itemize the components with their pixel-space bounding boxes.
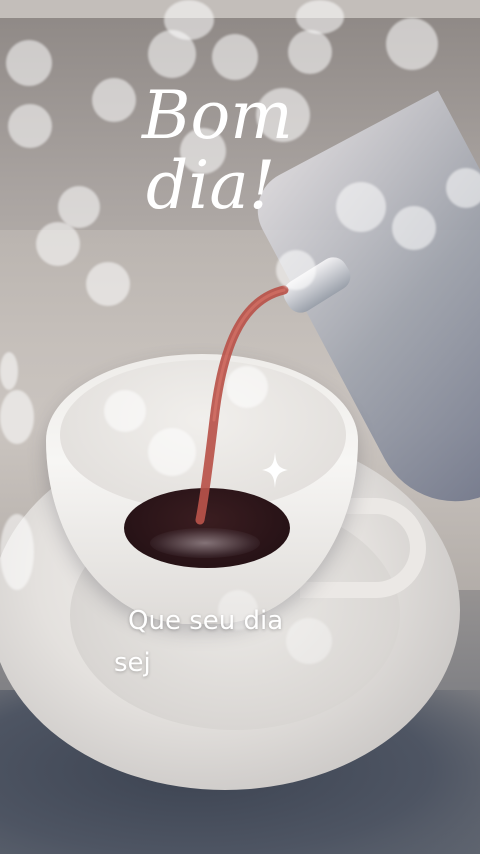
bokeh-light [288,30,332,74]
bokeh-light [296,0,344,34]
bokeh-light [8,104,52,148]
bokeh-light [86,262,130,306]
message-line-1: Que seu dia [128,606,284,636]
bokeh-light [0,514,34,590]
bokeh-light [148,428,196,476]
bokeh-light [36,222,80,266]
bokeh-light [446,168,480,208]
bokeh-light [6,40,52,86]
bokeh-light [58,186,100,228]
sparkle-icon [262,452,288,488]
message-line-2: sej [114,648,151,678]
bokeh-light [276,250,316,290]
greeting-line-2: dia! [146,147,275,224]
bokeh-light [92,78,136,122]
bokeh-light [392,206,436,250]
bokeh-light [0,352,18,390]
bokeh-light [164,0,214,40]
greeting-line-1: Bom [141,77,293,154]
bokeh-light [0,390,34,444]
bokeh-light [226,366,268,408]
greeting-script: Bom dia! [141,77,293,224]
coffee-photo-background: Bom dia! Que seu dia sej [0,0,480,854]
bokeh-light [104,390,146,432]
message-text: Que seu dia sej [114,600,374,684]
bokeh-light [386,18,438,70]
